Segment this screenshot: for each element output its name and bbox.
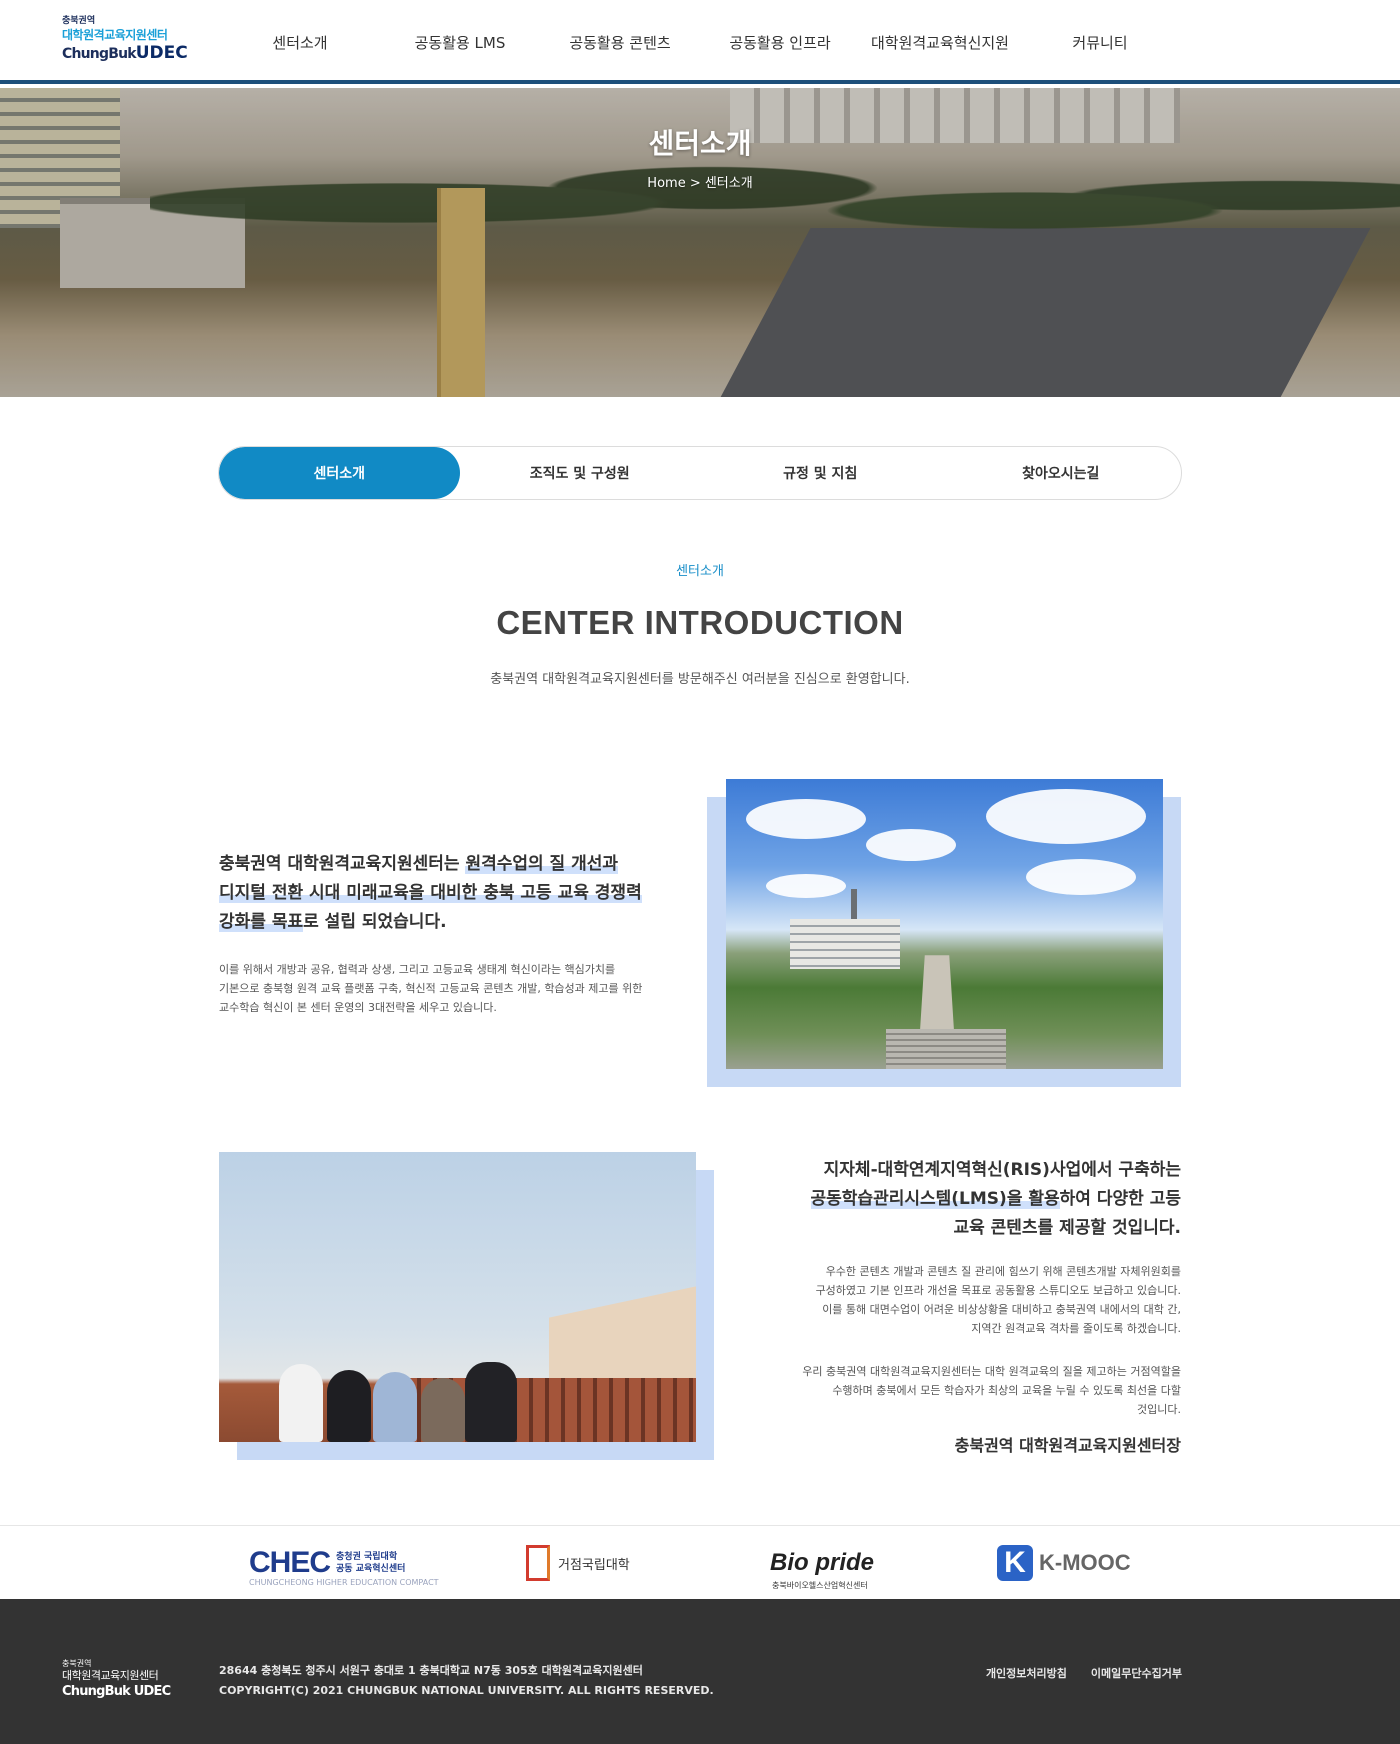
intro-heading: 충북권역 대학원격교육지원센터는 원격수업의 질 개선과 디지털 전환 시대 미… bbox=[219, 850, 659, 937]
footer-info: 28644 충청북도 청주시 서원구 충대로 1 충북대학교 N7동 305호 … bbox=[219, 1661, 714, 1701]
kmooc-logo-icon: K bbox=[997, 1545, 1033, 1581]
lms-heading-highlight: 공동학습관리시스템(LMS)을 활용 bbox=[810, 1189, 1060, 1209]
section-subtitle: 충북권역 대학원격교육지원센터를 방문해주신 여러분을 진심으로 환영합니다. bbox=[490, 672, 910, 687]
chec-logo-subtext: 충청권 국립대학 공동 교육혁신센터 bbox=[336, 1551, 405, 1575]
lms-closing-line: 우리 충북권역 대학원격교육지원센터는 대학 원격교육의 질을 제고하는 거점역… bbox=[802, 1365, 1181, 1378]
lms-closing-line: 것입니다. bbox=[1137, 1403, 1181, 1416]
email-refusal-link[interactable]: 이메일무단수집거부 bbox=[1091, 1665, 1182, 1681]
lms-body-line: 이를 통해 대면수업이 어려운 비상상황을 대비하고 충북권역 내에서의 대학 … bbox=[822, 1303, 1181, 1316]
logo-brand: UDEC bbox=[135, 43, 188, 63]
footer-address: 28644 충청북도 청주시 서원구 충대로 1 충북대학교 N7동 305호 … bbox=[219, 1664, 643, 1677]
cloud bbox=[746, 799, 866, 839]
cloud bbox=[866, 829, 956, 861]
intro-body-line: 교수학습 혁신이 본 센터 운영의 3대전략을 세우고 있습니다. bbox=[219, 1001, 497, 1014]
geojeom-logo-icon bbox=[526, 1545, 550, 1581]
student-figure bbox=[373, 1372, 417, 1442]
kmooc-logo-text: K-MOOC bbox=[1039, 1550, 1131, 1575]
tab-regulations[interactable]: 규정 및 지침 bbox=[700, 447, 941, 499]
site-header: 충북권역 대학원격교육지원센터 ChungBukUDEC 센터소개 공동활용 L… bbox=[0, 0, 1400, 84]
student-figure bbox=[465, 1362, 517, 1442]
partner-chec[interactable]: CHEC 충청권 국립대학 공동 교육혁신센터 CHUNGCHEONG HIGH… bbox=[249, 1540, 439, 1587]
footer-links: 개인정보처리방침 이메일무단수집거부 bbox=[986, 1665, 1182, 1681]
student-figure bbox=[279, 1364, 323, 1442]
photo-building bbox=[790, 919, 900, 969]
hero-title: 센터소개 bbox=[648, 127, 752, 160]
privacy-policy-link[interactable]: 개인정보처리방침 bbox=[986, 1665, 1067, 1681]
footer-logo-line2: 대학원격교육지원센터 bbox=[62, 1669, 159, 1682]
lms-body-line: 우수한 콘텐츠 개발과 콘텐츠 질 관리에 힘쓰기 위해 콘텐츠개발 자체위원회… bbox=[825, 1265, 1181, 1278]
footer-copyright: COPYRIGHT(C) 2021 CHUNGBUK NATIONAL UNIV… bbox=[219, 1684, 714, 1697]
logo-prefix: ChungBuk bbox=[62, 46, 137, 62]
intro-heading-highlight: 디지털 전환 시대 미래교육을 대비한 충북 고등 교육 경쟁력 bbox=[219, 883, 642, 903]
logo-line2: 대학원격교육지원센터 bbox=[62, 28, 168, 42]
photo-tower bbox=[851, 889, 857, 921]
photo-stairs bbox=[886, 1029, 1006, 1069]
footer-logo-line3: ChungBuk UDEC bbox=[62, 1684, 171, 1699]
page-title: CENTER INTRODUCTION bbox=[496, 604, 904, 641]
tab-organization[interactable]: 조직도 및 구성원 bbox=[460, 447, 701, 499]
partner-geojeom[interactable]: 거점국립대학 bbox=[526, 1540, 630, 1586]
lms-body-line: 지역간 원격교육 격차를 줄이도록 하겠습니다. bbox=[971, 1322, 1181, 1335]
nav-item-innovation-support[interactable]: 대학원격교육혁신지원 bbox=[860, 0, 1020, 84]
lms-body-line: 구성하였고 기본 인프라 개선을 목표로 공동활용 스튜디오도 보급하고 있습니… bbox=[815, 1284, 1181, 1297]
breadcrumb: Home > 센터소개 bbox=[647, 176, 753, 191]
cloud bbox=[766, 874, 846, 898]
student-figure bbox=[327, 1370, 371, 1442]
partner-kmooc[interactable]: K K-MOOC bbox=[997, 1540, 1131, 1586]
partner-logos: CHEC 충청권 국립대학 공동 교육혁신센터 CHUNGCHEONG HIGH… bbox=[0, 1525, 1400, 1599]
intro-heading-highlight: 원격수업의 질 개선과 bbox=[465, 854, 619, 874]
logo-line3: ChungBukUDEC bbox=[62, 43, 192, 64]
cloud bbox=[1026, 859, 1136, 895]
biopride-logo-text: Bio pride bbox=[770, 1549, 875, 1576]
lms-closing-line: 수행하며 충북에서 모든 학습자가 최상의 교육을 누릴 수 있도록 최선을 다… bbox=[832, 1384, 1181, 1397]
nav-item-shared-infra[interactable]: 공동활용 인프라 bbox=[700, 0, 860, 84]
nav-item-shared-lms[interactable]: 공동활용 LMS bbox=[380, 0, 540, 84]
cloud bbox=[986, 789, 1146, 844]
campus-aerial-photo bbox=[726, 779, 1163, 1069]
tab-directions[interactable]: 찾아오시는길 bbox=[941, 447, 1182, 499]
chec-line2: 공동 교육혁신센터 bbox=[336, 1564, 406, 1574]
lms-heading-text: 지자체-대학연계지역혁신(RIS)사업에서 구축하는 bbox=[823, 1160, 1181, 1180]
nav-item-community[interactable]: 커뮤니티 bbox=[1020, 0, 1180, 84]
intro-body: 이를 위해서 개방과 공유, 협력과 상생, 그리고 고등교육 생태계 혁신이라… bbox=[219, 960, 659, 1017]
director-signature: 충북권역 대학원격교육지원센터장 bbox=[954, 1436, 1181, 1455]
nav-item-shared-contents[interactable]: 공동활용 콘텐츠 bbox=[540, 0, 700, 84]
partner-biopride[interactable]: Bio pride 충북바이오헬스산업혁신센터 bbox=[770, 1540, 875, 1590]
lms-closing: 우리 충북권역 대학원격교육지원센터는 대학 원격교육의 질을 제고하는 거점역… bbox=[760, 1362, 1181, 1419]
lms-body: 우수한 콘텐츠 개발과 콘텐츠 질 관리에 힘쓰기 위해 콘텐츠개발 자체위원회… bbox=[760, 1262, 1181, 1338]
geojeom-logo-text: 거점국립대학 bbox=[558, 1557, 630, 1573]
intro-heading-text: 충북권역 대학원격교육지원센터는 bbox=[219, 854, 466, 874]
intro-body-line: 이를 위해서 개방과 공유, 협력과 상생, 그리고 고등교육 생태계 혁신이라… bbox=[219, 963, 616, 976]
lms-heading-text: 교육 콘텐츠를 제공할 것입니다. bbox=[953, 1218, 1181, 1238]
chec-english: CHUNGCHEONG HIGHER EDUCATION COMPACT bbox=[249, 1578, 439, 1587]
students-photo bbox=[219, 1152, 696, 1442]
tab-center-intro[interactable]: 센터소개 bbox=[219, 447, 460, 499]
intro-body-line: 기본으로 충북형 원격 교육 플랫폼 구축, 혁신적 고등교육 콘텐츠 개발, … bbox=[219, 982, 643, 995]
footer-logo-line1: 충북권역 bbox=[62, 1659, 92, 1668]
section-eyebrow: 센터소개 bbox=[676, 564, 724, 579]
sub-tabs: 센터소개 조직도 및 구성원 규정 및 지침 찾아오시는길 bbox=[218, 446, 1182, 500]
footer-logo: 충북권역 대학원격교육지원센터 ChungBuk UDEC bbox=[62, 1659, 182, 1701]
site-logo[interactable]: 충북권역 대학원격교육지원센터 ChungBukUDEC bbox=[62, 16, 192, 68]
chec-logo-text: CHEC bbox=[249, 1546, 331, 1579]
site-footer: 충북권역 대학원격교육지원센터 ChungBuk UDEC 28644 충청북도… bbox=[0, 1599, 1400, 1744]
main-nav: 센터소개 공동활용 LMS 공동활용 콘텐츠 공동활용 인프라 대학원격교육혁신… bbox=[220, 0, 1180, 84]
lms-heading-text: 하여 다양한 고등 bbox=[1059, 1189, 1181, 1209]
lms-heading: 지자체-대학연계지역혁신(RIS)사업에서 구축하는 공동학습관리시스템(LMS… bbox=[760, 1156, 1181, 1243]
logo-line1: 충북권역 bbox=[62, 16, 96, 26]
intro-heading-highlight: 강화를 목표 bbox=[219, 912, 304, 932]
chec-line1: 충청권 국립대학 bbox=[336, 1552, 398, 1562]
biopride-subtext: 충북바이오헬스산업혁신센터 bbox=[772, 1581, 868, 1590]
student-figure bbox=[421, 1378, 465, 1442]
nav-item-center-intro[interactable]: 센터소개 bbox=[220, 0, 380, 84]
intro-heading-text: 로 설립 되었습니다. bbox=[303, 912, 447, 932]
